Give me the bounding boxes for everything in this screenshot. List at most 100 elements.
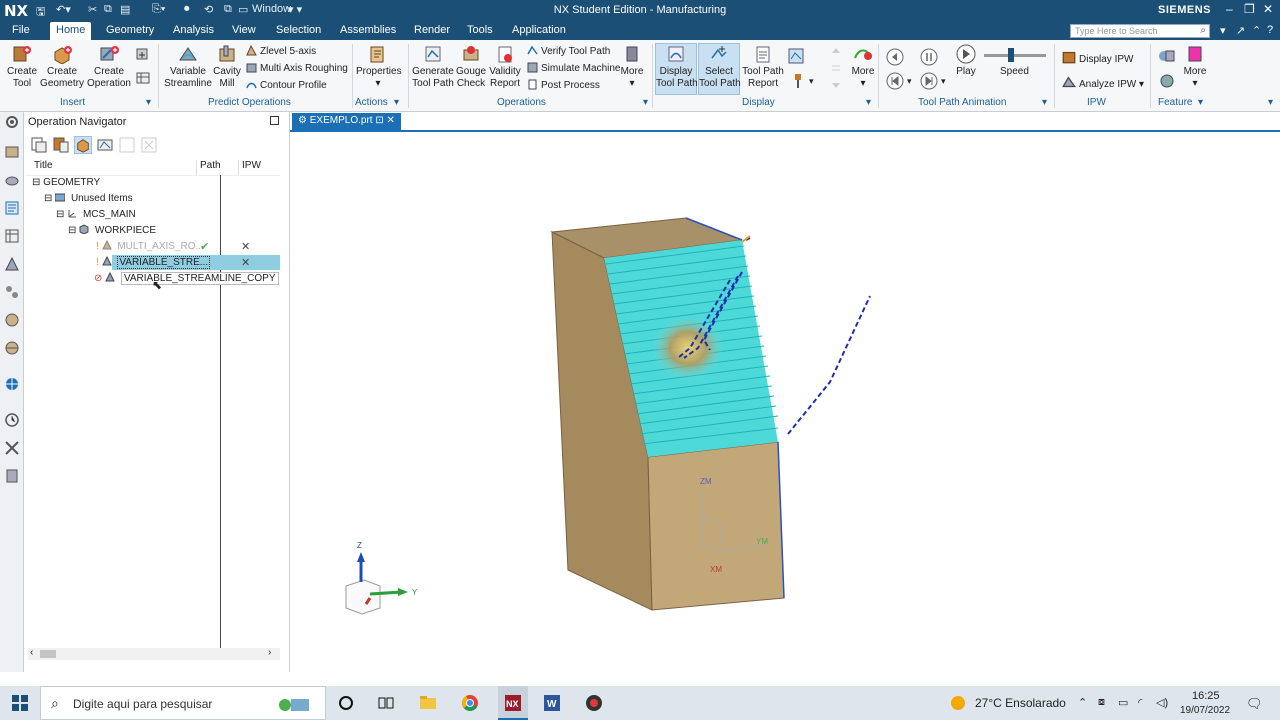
display-tool-path-button[interactable]: Display Tool Path — [655, 43, 698, 95]
copy-icon[interactable]: ⧉ — [104, 3, 112, 16]
column-ipw[interactable]: IPW — [242, 160, 261, 175]
paste-icon[interactable]: ▤ — [120, 3, 130, 16]
generate-tool-path-button[interactable]: Generate Tool Path — [412, 44, 454, 90]
roles-icon[interactable] — [4, 468, 20, 484]
tool-path-report-button[interactable]: Tool Path Report — [742, 44, 784, 90]
weather-sun-icon[interactable] — [948, 693, 968, 713]
assembly-navigator-icon[interactable] — [4, 172, 20, 188]
contour-profile-button[interactable]: Contour Profile — [246, 79, 327, 91]
forward-icon[interactable]: ↗ — [1236, 24, 1245, 37]
select-tool-path-button[interactable]: Select Tool Path — [698, 43, 741, 95]
hd3d-tools-icon[interactable] — [4, 312, 20, 328]
post-process-button[interactable]: Post Process — [527, 79, 600, 91]
insert-group-expand-icon[interactable]: ▾ — [146, 97, 151, 108]
path-step-arrows-icon[interactable] — [830, 46, 842, 90]
menu-view[interactable]: View — [232, 24, 256, 36]
collapse-icon[interactable]: ⊟ — [44, 193, 52, 204]
operations-more-dropdown-icon[interactable]: ▾ — [618, 78, 646, 90]
tree-node-unused-items[interactable]: ⊟ Unused Items — [44, 191, 133, 207]
process-studio-icon[interactable] — [4, 440, 20, 456]
model-canvas[interactable]: ZM YM XM Z Y — [290, 112, 1280, 672]
graphics-window[interactable]: ⚙ EXEMPLO.prt ⊡ ✕ ZM YM XM Z Y — [290, 112, 1280, 672]
machine-tool-navigator-icon[interactable] — [4, 228, 20, 244]
history-icon[interactable] — [4, 412, 20, 428]
menu-geometry[interactable]: Geometry — [106, 24, 154, 36]
actions-group-expand-icon[interactable]: ▾ — [394, 97, 399, 108]
ribbon-expand-icon[interactable]: ▾ — [1268, 97, 1273, 108]
pause-icon[interactable] — [920, 48, 938, 66]
microphone-icon[interactable]: ⏺ — [184, 3, 190, 16]
geometry-view-icon[interactable] — [74, 136, 92, 154]
feature-more-dropdown-icon[interactable]: ▾ — [1180, 78, 1210, 90]
find-object-icon[interactable] — [118, 136, 136, 154]
save-icon[interactable]: 🖫 — [36, 3, 45, 22]
machine-tool-view-icon[interactable] — [52, 136, 70, 154]
operations-group-expand-icon[interactable]: ▾ — [643, 97, 648, 108]
clock-date[interactable]: 19/07/2022 — [1180, 705, 1230, 716]
undo-icon[interactable]: ↶▾ — [56, 3, 71, 16]
machining-feature-icon[interactable] — [4, 256, 20, 272]
simulate-machine-button[interactable]: Simulate Machine — [527, 62, 620, 74]
operations-more-button[interactable]: More ▾ — [618, 44, 646, 90]
multi-axis-roughing-button[interactable]: Multi Axis Roughing — [246, 62, 348, 74]
network-adapter-icon[interactable]: ⧇ — [1098, 696, 1105, 709]
close-icon[interactable]: ✕ — [1263, 2, 1273, 16]
web-browser-icon[interactable] — [4, 340, 20, 356]
ribbon-options-icon[interactable]: ▾ — [1220, 24, 1226, 37]
validity-report-button[interactable]: Validity Report — [488, 44, 522, 90]
collapse-icon[interactable]: ⊟ — [56, 209, 64, 220]
word-icon[interactable]: W — [542, 693, 562, 713]
menu-assemblies[interactable]: Assemblies — [340, 24, 396, 36]
weather-text[interactable]: 27°C Ensolarado — [975, 696, 1066, 710]
settings-icon[interactable] — [4, 114, 20, 130]
horizontal-scrollbar[interactable]: ‹ › — [28, 647, 280, 660]
scroll-right-icon[interactable]: › — [268, 647, 271, 658]
windows-start-icon[interactable] — [10, 693, 30, 713]
display-options-icon[interactable] — [788, 48, 804, 64]
tool-display-icon[interactable] — [790, 72, 806, 90]
window-menu-arrow-icon[interactable]: ▾ ▾ — [288, 3, 302, 16]
menu-home[interactable]: Home — [50, 22, 92, 40]
tree-node-mcs-main[interactable]: ⊟ MCS_MAIN — [56, 207, 136, 223]
collapse-icon[interactable]: ⊟ — [68, 225, 76, 236]
column-path[interactable]: Path — [200, 160, 221, 175]
menu-render[interactable]: Render — [414, 24, 450, 36]
screen-recorder-icon[interactable] — [584, 693, 604, 713]
cortana-icon[interactable] — [336, 693, 356, 713]
gouge-check-button[interactable]: Gouge Check — [454, 44, 488, 90]
tree-node-geometry[interactable]: ⊟ GEOMETRY — [32, 175, 100, 191]
machining-method-view-icon[interactable] — [96, 136, 114, 154]
menu-application[interactable]: Application — [512, 24, 566, 36]
display-group-expand-icon[interactable]: ▾ — [866, 97, 871, 108]
help-icon[interactable]: ? — [1267, 24, 1273, 36]
zlevel-5axis-button[interactable]: Zlevel 5-axis — [246, 45, 316, 57]
scrollbar-thumb[interactable] — [40, 650, 56, 658]
notifications-icon[interactable]: 🗨 — [1246, 696, 1263, 712]
reuse-library-icon[interactable] — [4, 284, 20, 300]
rewind-dropdown-icon[interactable]: ▾ — [907, 76, 912, 87]
cavity-mill-button[interactable]: Cavity Mill — [212, 44, 242, 90]
globe-icon[interactable] — [4, 376, 20, 392]
command-search-input[interactable]: Type Here to Search ⌕ — [1070, 24, 1210, 38]
display-ipw-button[interactable]: Display IPW — [1062, 50, 1133, 65]
menu-analysis[interactable]: Analysis — [173, 24, 214, 36]
minimize-icon[interactable]: – — [1226, 2, 1233, 16]
tree-node-multi-axis-roughing[interactable]: ! MULTI_AXIS_RO... — [96, 239, 204, 255]
navigator-maximize-icon[interactable] — [270, 116, 279, 125]
create-operation-button[interactable]: Create Operation — [86, 44, 132, 90]
speed-slider-thumb[interactable] — [1008, 48, 1014, 62]
feature-process-icon[interactable] — [1158, 72, 1176, 90]
create-tool-button[interactable]: Create Tool — [4, 44, 40, 90]
insert-table-icon[interactable] — [136, 72, 152, 86]
tree-node-workpiece[interactable]: ⊟ WORKPIECE — [68, 223, 156, 239]
repeat-command-icon[interactable]: ⎘▾ — [152, 3, 165, 16]
search-icon[interactable]: ⌕ — [1200, 25, 1206, 36]
display-more-button[interactable]: More ▾ — [848, 44, 878, 90]
create-geometry-button[interactable]: Create Geometry — [40, 44, 84, 90]
battery-icon[interactable]: ▭ — [1118, 696, 1128, 709]
speed-slider-track[interactable] — [984, 54, 1046, 57]
feature-icon[interactable] — [1158, 48, 1176, 64]
fast-forward-icon[interactable] — [920, 72, 938, 90]
collapse-ribbon-icon[interactable]: ⌃ — [1252, 24, 1261, 37]
feature-more-button[interactable]: More ▾ — [1180, 44, 1210, 90]
